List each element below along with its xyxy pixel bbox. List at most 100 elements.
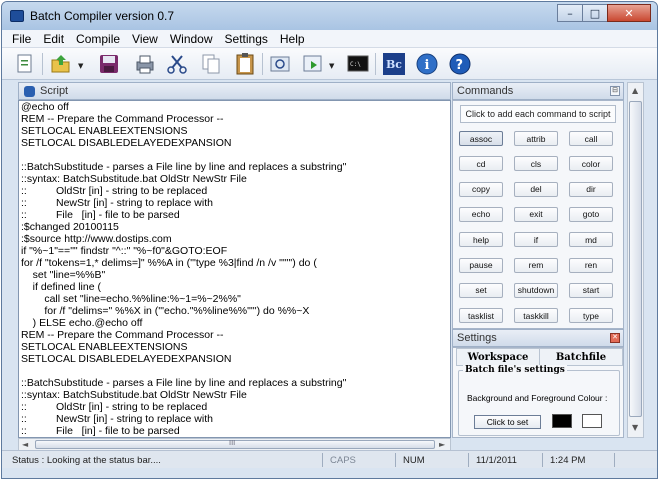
menu-window[interactable]: Window bbox=[164, 32, 219, 46]
command-button-del[interactable]: del bbox=[514, 181, 558, 197]
print-icon[interactable] bbox=[132, 51, 158, 77]
command-button-pause[interactable]: pause bbox=[459, 257, 503, 273]
code-line: :: OldStr [in] - string to be replaced bbox=[21, 185, 208, 197]
scroll-right-icon[interactable]: ► bbox=[439, 440, 445, 449]
code-line: :$changed 20100115 bbox=[21, 221, 119, 233]
paste-icon[interactable] bbox=[232, 51, 258, 77]
window-title: Batch Compiler version 0.7 bbox=[30, 9, 175, 23]
script-panel-title: Script bbox=[40, 85, 69, 97]
scroll-down-icon[interactable]: ▼ bbox=[632, 423, 638, 432]
command-button-assoc[interactable]: assoc bbox=[459, 131, 503, 146]
cut-icon[interactable] bbox=[164, 51, 190, 77]
scroll-left-icon[interactable]: ◄ bbox=[22, 440, 28, 449]
status-text: Status : Looking at the status bar.... bbox=[12, 454, 161, 466]
menu-settings[interactable]: Settings bbox=[219, 32, 274, 46]
command-button-color[interactable]: color bbox=[569, 156, 613, 172]
menu-file[interactable]: File bbox=[6, 32, 37, 46]
run-icon[interactable] bbox=[300, 51, 326, 77]
settings-panel-header: Settings ✕ bbox=[452, 329, 624, 347]
code-line: ::syntax: BatchSubstitude.bat OldStr New… bbox=[21, 173, 247, 185]
svg-text:C:\: C:\ bbox=[350, 61, 361, 68]
code-line: SETLOCAL DISABLEDELAYEDEXPANSION bbox=[21, 353, 232, 365]
command-button-cls[interactable]: cls bbox=[514, 156, 558, 172]
code-line: ::BatchSubstitude - parses a File line b… bbox=[21, 377, 347, 389]
svg-text:Bc: Bc bbox=[386, 58, 402, 71]
menu-view[interactable]: View bbox=[126, 32, 164, 46]
command-button-goto[interactable]: goto bbox=[569, 206, 613, 222]
script-icon bbox=[24, 85, 35, 97]
settings-panel-title: Settings bbox=[457, 332, 497, 344]
save-icon[interactable] bbox=[96, 51, 122, 77]
find-icon[interactable] bbox=[267, 51, 293, 77]
command-button-help[interactable]: help bbox=[459, 232, 503, 248]
command-button-call[interactable]: call bbox=[569, 131, 613, 146]
script-editor[interactable]: @echo off REM -- Prepare the Command Proc… bbox=[18, 100, 451, 438]
command-button-type[interactable]: type bbox=[569, 308, 613, 324]
command-button-md[interactable]: md bbox=[569, 232, 613, 248]
code-line: if defined line ( bbox=[21, 281, 101, 293]
command-button-echo[interactable]: echo bbox=[459, 206, 503, 222]
code-line: :: NewStr [in] - string to replace with bbox=[21, 197, 213, 209]
code-line: @echo off bbox=[21, 101, 69, 113]
code-line: :: NewStr [in] - string to replace with bbox=[21, 413, 213, 425]
command-button-attrib[interactable]: attrib bbox=[514, 131, 558, 146]
menu-help[interactable]: Help bbox=[274, 32, 311, 46]
vertical-scrollbar[interactable]: ▲ ▼ bbox=[627, 82, 644, 438]
scroll-up-icon[interactable]: ▲ bbox=[632, 86, 638, 95]
status-bar: Status : Looking at the status bar.... C… bbox=[2, 450, 657, 468]
command-button-if[interactable]: if bbox=[514, 232, 558, 248]
help-icon[interactable]: ? bbox=[447, 51, 473, 77]
commands-close-icon[interactable]: ⊟ bbox=[610, 86, 620, 96]
commands-panel: Click to add each command to script asso… bbox=[452, 100, 624, 329]
open-dropdown-icon[interactable]: ▼ bbox=[78, 62, 83, 70]
commands-panel-title: Commands bbox=[457, 85, 514, 97]
command-button-rem[interactable]: rem bbox=[514, 257, 558, 273]
code-line: set "line=%%B" bbox=[21, 269, 106, 281]
command-button-ren[interactable]: ren bbox=[569, 257, 613, 273]
set-colour-button[interactable]: Click to set bbox=[474, 415, 541, 429]
close-button[interactable]: ✕ bbox=[607, 4, 651, 22]
batch-settings-group: Batch file's settings Background and For… bbox=[458, 365, 620, 436]
new-file-icon[interactable] bbox=[12, 51, 38, 77]
command-button-set[interactable]: set bbox=[459, 282, 503, 298]
copy-icon[interactable] bbox=[198, 51, 224, 77]
run-dropdown-icon[interactable]: ▼ bbox=[329, 62, 334, 70]
vertical-scroll-thumb[interactable] bbox=[629, 101, 642, 417]
command-button-copy[interactable]: copy bbox=[459, 181, 503, 197]
minimize-button[interactable]: – bbox=[557, 4, 583, 22]
console-icon[interactable]: C:\ bbox=[345, 51, 371, 77]
caps-indicator: CAPS bbox=[330, 454, 356, 466]
code-line: if "%~1"=="" findstr "^::" "%~f0"&GOTO:E… bbox=[21, 245, 228, 257]
background-colour-swatch[interactable] bbox=[552, 414, 572, 428]
horizontal-scroll-thumb[interactable]: III bbox=[35, 439, 435, 449]
open-folder-icon[interactable] bbox=[48, 51, 74, 77]
app-icon bbox=[10, 10, 24, 22]
menu-compile[interactable]: Compile bbox=[70, 32, 126, 46]
command-button-cd[interactable]: cd bbox=[459, 156, 503, 172]
status-time: 1:24 PM bbox=[550, 454, 586, 466]
command-button-shutdown[interactable]: shutdown bbox=[514, 282, 558, 298]
command-button-start[interactable]: start bbox=[569, 282, 613, 298]
foreground-colour-swatch[interactable] bbox=[582, 414, 602, 428]
batch-settings-title: Batch file's settings bbox=[463, 365, 567, 375]
code-line: SETLOCAL DISABLEDELAYEDEXPANSION bbox=[21, 137, 232, 149]
window-controls: – □ ✕ bbox=[557, 4, 651, 22]
command-button-tasklist[interactable]: tasklist bbox=[459, 308, 503, 324]
code-line: REM -- Prepare the Command Processor -- bbox=[21, 113, 224, 125]
code-line: :$source http://www.dostips.com bbox=[21, 233, 172, 245]
title-bar: Batch Compiler version 0.7 – □ ✕ bbox=[2, 2, 657, 30]
compile-icon[interactable]: Bc bbox=[381, 51, 407, 77]
tab-workspace[interactable]: Workspace bbox=[456, 348, 540, 366]
menu-edit[interactable]: Edit bbox=[37, 32, 70, 46]
command-button-exit[interactable]: exit bbox=[514, 206, 558, 222]
code-line: for /f "delims=" %%X in ('"echo."%%line%… bbox=[21, 305, 310, 317]
command-button-taskkill[interactable]: taskkill bbox=[514, 308, 558, 324]
settings-close-icon[interactable]: ✕ bbox=[610, 333, 620, 343]
info-icon[interactable]: i bbox=[414, 51, 440, 77]
tab-batchfile[interactable]: Batchfile bbox=[539, 348, 623, 366]
maximize-button[interactable]: □ bbox=[582, 4, 608, 22]
command-button-dir[interactable]: dir bbox=[569, 181, 613, 197]
code-line: ) ELSE echo.@echo off bbox=[21, 317, 143, 329]
code-line: for /f "tokens=1,* delims=]" %%A in ('"t… bbox=[21, 257, 317, 269]
code-line: :: File [in] - file to be parsed bbox=[21, 425, 180, 437]
